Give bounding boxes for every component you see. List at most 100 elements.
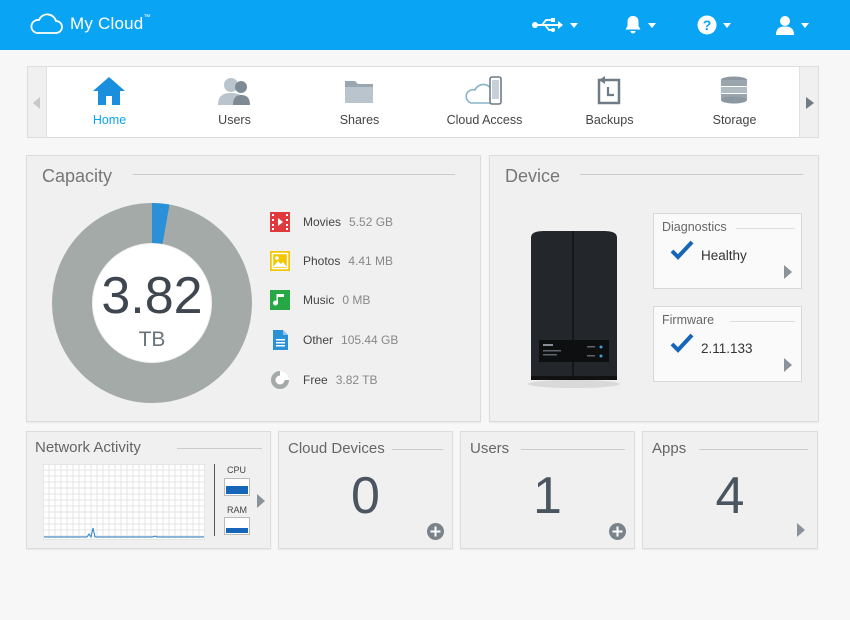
legend-other: Other 105.44 GB [270, 329, 398, 351]
home-icon [93, 77, 125, 105]
check-icon [670, 333, 694, 353]
add-cloud-device-button[interactable] [427, 523, 444, 540]
title-divider [580, 174, 803, 175]
title-divider [133, 174, 455, 175]
music-icon [270, 290, 290, 310]
nav-label: Shares [339, 113, 380, 127]
graph-divider [214, 464, 215, 536]
users-panel[interactable]: Users 1 [460, 431, 635, 549]
legend-name: Music [303, 293, 335, 307]
users-count: 1 [533, 467, 562, 525]
diagnostics-box[interactable]: Diagnostics Healthy [653, 213, 802, 289]
firmware-details-arrow[interactable] [784, 358, 792, 372]
capacity-unit: TB [138, 328, 166, 351]
chevron-right-icon [257, 494, 265, 508]
svg-text:?: ? [703, 17, 712, 33]
legend-value: 105.44 GB [341, 333, 399, 347]
legend-value: 5.52 GB [349, 215, 394, 229]
device-panel: Device Diagnostics Healthy Firmware 2.11… [489, 155, 819, 422]
nav-item-backups[interactable]: Backups [547, 67, 672, 137]
app-logo[interactable]: My Cloud™ [28, 12, 151, 36]
cpu-meter-fill [226, 486, 248, 494]
nav-item-storage[interactable]: Storage [672, 67, 797, 137]
diagnostics-title: Diagnostics [662, 220, 727, 234]
folder-icon [345, 81, 373, 103]
nas-device-image [528, 231, 620, 388]
legend-photos: Photos 4.41 MB [270, 250, 393, 272]
chevron-right-icon [806, 96, 814, 114]
capacity-value: 3.82 [101, 267, 203, 325]
legend-value: 4.41 MB [348, 254, 394, 268]
title-divider [736, 228, 795, 229]
chevron-down-icon [723, 22, 731, 28]
nav-scroll-right-button[interactable] [799, 67, 818, 137]
diagnostics-status: Healthy [701, 248, 747, 263]
apps-panel[interactable]: Apps 4 [642, 431, 818, 549]
add-user-button[interactable] [609, 523, 626, 540]
title-divider [699, 449, 808, 450]
usb-menu-button[interactable] [532, 12, 578, 38]
diagnostics-details-arrow[interactable] [784, 265, 792, 279]
bell-icon [625, 16, 641, 34]
cloud-logo-icon [30, 13, 63, 34]
legend-name: Movies [303, 215, 342, 229]
apps-title: Apps [652, 440, 687, 457]
cloud-devices-count: 0 [351, 467, 380, 525]
other-icon [273, 330, 288, 350]
nav-scroll-left-button[interactable] [28, 67, 47, 137]
nav-item-shares[interactable]: Shares [297, 67, 422, 137]
movies-icon [270, 212, 290, 232]
legend-movies: Movies 5.52 GB [270, 211, 393, 233]
free-icon [271, 371, 289, 389]
app-title: My Cloud™ [70, 14, 151, 33]
chevron-down-icon [570, 22, 578, 28]
users-icon [218, 78, 250, 105]
cloud-devices-title: Cloud Devices [288, 440, 385, 457]
legend-free: Free 3.82 TB [270, 369, 378, 391]
capacity-title: Capacity [42, 166, 113, 186]
chevron-right-icon [784, 358, 792, 372]
backups-icon [597, 76, 621, 105]
legend-music: Music 0 MB [270, 289, 370, 311]
network-activity-graph [43, 464, 205, 540]
usb-icon [532, 18, 563, 32]
users-title: Users [470, 440, 510, 457]
nav-label: Home [92, 113, 127, 127]
chevron-down-icon [801, 22, 809, 28]
help-button[interactable]: ? [697, 12, 731, 38]
nav-item-home[interactable]: Home [47, 67, 172, 137]
legend-name: Other [303, 333, 334, 347]
help-icon: ? [697, 15, 717, 35]
legend-value: 3.82 TB [335, 373, 378, 387]
network-details-arrow[interactable] [257, 494, 265, 508]
network-activity-title: Network Activity [35, 439, 141, 456]
legend-value: 0 MB [342, 293, 371, 307]
nav-label: Backups [585, 113, 634, 127]
photos-icon [270, 251, 290, 271]
top-bar: My Cloud™ ? [0, 0, 850, 50]
user-menu-button[interactable] [775, 12, 809, 38]
nav-label: Cloud Access [446, 113, 523, 127]
nav-item-cloud-access[interactable]: Cloud Access [422, 67, 547, 137]
title-divider [177, 448, 262, 449]
apps-details-arrow[interactable] [797, 523, 805, 537]
chevron-down-icon [648, 22, 656, 28]
cloud-devices-panel[interactable]: Cloud Devices 0 [278, 431, 453, 549]
main-nav: Home Users Shares Cloud Access Backups S… [27, 66, 819, 138]
nav-label: Users [218, 113, 251, 127]
notifications-button[interactable] [624, 12, 656, 38]
chevron-left-icon [33, 96, 41, 114]
cloud-access-icon [465, 76, 502, 105]
legend-name: Free [303, 373, 328, 387]
storage-icon [721, 76, 747, 104]
chevron-right-icon [797, 523, 805, 537]
title-divider [521, 449, 625, 450]
check-icon [670, 240, 694, 260]
title-divider [730, 321, 795, 322]
ram-meter-fill [226, 528, 248, 533]
capacity-panel: Capacity 3.82 TB Movies 5.52 GB Photos 4… [26, 155, 481, 422]
nav-item-users[interactable]: Users [172, 67, 297, 137]
firmware-box[interactable]: Firmware 2.11.133 [653, 306, 802, 382]
apps-count: 4 [715, 467, 745, 525]
title-divider [392, 449, 443, 450]
